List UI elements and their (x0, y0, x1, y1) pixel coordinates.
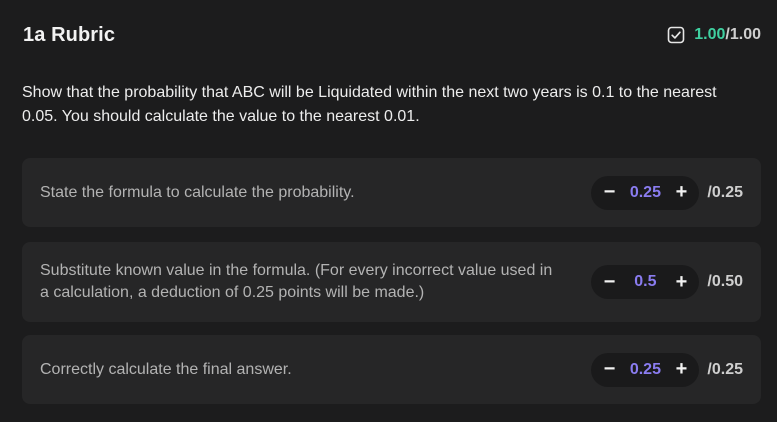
criterion-text: Correctly calculate the final answer. (40, 360, 292, 378)
rubric-title: 1a Rubric (23, 23, 116, 46)
decrement-button[interactable]: − (595, 356, 623, 384)
criterion-row: State the formula to calculate the proba… (22, 158, 761, 227)
points-value[interactable]: 0.25 (623, 184, 667, 202)
total-score: 1.00/1.00 (667, 26, 761, 44)
score-max: 1.00 (729, 26, 761, 43)
criterion-text: Substitute known value in the formula. (… (40, 262, 553, 301)
max-points: /0.25 (707, 360, 743, 378)
increment-button[interactable]: + (667, 179, 695, 207)
points-value[interactable]: 0.25 (623, 361, 667, 379)
increment-button[interactable]: + (667, 356, 695, 384)
increment-button[interactable]: + (667, 268, 695, 296)
points-stepper: − 0.25 + (591, 352, 700, 387)
criterion-row: Substitute known value in the formula. (… (22, 242, 761, 322)
max-points: /0.50 (707, 273, 743, 290)
score-controls: − 0.25 + /0.25 (591, 352, 743, 387)
score-value: 1.00 (694, 26, 726, 43)
score-controls: − 0.25 + /0.25 (591, 175, 743, 210)
decrement-button[interactable]: − (595, 179, 623, 207)
checkbox-check-icon (667, 26, 685, 44)
max-points: /0.25 (707, 183, 743, 201)
question-text: Show that the probability that ABC will … (22, 84, 717, 125)
points-stepper: − 0.25 + (591, 175, 700, 210)
points-stepper: − 0.5 + (591, 265, 700, 299)
points-value[interactable]: 0.5 (623, 273, 667, 291)
criterion-text: State the formula to calculate the proba… (40, 183, 355, 201)
decrement-button[interactable]: − (595, 268, 623, 296)
rubric-header: 1a Rubric 1.00/1.00 (23, 22, 761, 48)
criterion-row: Correctly calculate the final answer. − … (22, 335, 761, 404)
score-controls: − 0.5 + /0.50 (591, 265, 743, 299)
